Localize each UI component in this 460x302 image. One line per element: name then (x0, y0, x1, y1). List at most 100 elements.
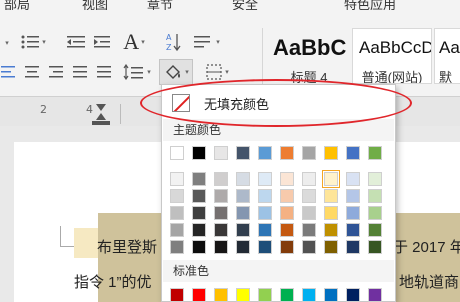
theme-color-swatch[interactable] (192, 146, 206, 160)
theme-shade-swatch[interactable] (324, 189, 338, 203)
theme-color-swatch[interactable] (368, 146, 382, 160)
doc-text-line1-left[interactable]: 布里登斯 (97, 236, 157, 257)
theme-color-swatch[interactable] (346, 146, 360, 160)
theme-shade-swatch[interactable] (192, 206, 206, 220)
caret-icon[interactable]: ▾ (0, 33, 12, 53)
theme-shade-swatch[interactable] (346, 189, 360, 203)
menu-item-layout[interactable]: 部局 (4, 0, 30, 10)
theme-shade-swatch[interactable] (192, 189, 206, 203)
theme-shade-swatch[interactable] (322, 170, 340, 188)
theme-shade-swatch[interactable] (236, 172, 250, 186)
theme-shade-swatch[interactable] (346, 172, 360, 186)
standard-color-swatch[interactable] (346, 288, 360, 302)
theme-shade-swatch[interactable] (280, 223, 294, 237)
theme-shade-swatch[interactable] (214, 189, 228, 203)
theme-shade-swatch[interactable] (236, 223, 250, 237)
first-line-indent-marker[interactable] (96, 104, 106, 111)
sort-button[interactable]: A Z (162, 30, 184, 54)
theme-shade-swatch[interactable] (302, 172, 316, 186)
theme-shade-swatch[interactable] (368, 240, 382, 254)
style-default[interactable]: AaB 默 (434, 28, 460, 84)
bullet-list-button[interactable]: ▾ (18, 32, 48, 52)
left-indent-marker[interactable] (92, 121, 110, 125)
theme-shade-swatch[interactable] (192, 223, 206, 237)
standard-color-swatch[interactable] (280, 288, 294, 302)
theme-shade-swatch[interactable] (258, 240, 272, 254)
borders-button[interactable]: ▾ (200, 62, 234, 82)
doc-text-line2-left[interactable]: 指令 1”的优 (74, 271, 152, 292)
theme-shade-swatch[interactable] (170, 206, 184, 220)
hanging-indent-marker[interactable] (96, 113, 106, 120)
theme-shade-swatch[interactable] (258, 206, 272, 220)
menu-item-view[interactable]: 视图 (82, 0, 108, 10)
theme-shade-swatch[interactable] (346, 206, 360, 220)
theme-shade-swatch[interactable] (324, 206, 338, 220)
theme-color-swatch[interactable] (302, 146, 316, 160)
theme-shade-swatch[interactable] (368, 206, 382, 220)
menu-item-security[interactable]: 安全 (232, 0, 258, 10)
theme-shade-swatch[interactable] (236, 240, 250, 254)
style-heading4[interactable]: AaBbC 标题 4 (268, 28, 350, 84)
align-right-button[interactable] (46, 62, 66, 82)
theme-color-swatch[interactable] (280, 146, 294, 160)
align-center-button[interactable] (22, 62, 42, 82)
standard-color-swatch[interactable] (368, 288, 382, 302)
theme-shade-swatch[interactable] (170, 223, 184, 237)
theme-shade-swatch[interactable] (302, 189, 316, 203)
theme-shade-swatch[interactable] (346, 240, 360, 254)
theme-shade-swatch[interactable] (258, 189, 272, 203)
theme-shade-swatch[interactable] (368, 189, 382, 203)
theme-shade-swatch[interactable] (280, 189, 294, 203)
theme-shade-swatch[interactable] (258, 172, 272, 186)
indent-decrease-button[interactable] (62, 32, 90, 52)
theme-shade-swatch[interactable] (280, 240, 294, 254)
shading-button[interactable]: ▾ (159, 59, 193, 85)
standard-color-swatch[interactable] (324, 288, 338, 302)
theme-shade-swatch[interactable] (324, 240, 338, 254)
theme-shade-swatch[interactable] (214, 172, 228, 186)
theme-shade-swatch[interactable] (302, 223, 316, 237)
menu-item-features[interactable]: 特色应用 (344, 0, 396, 10)
theme-shade-swatch[interactable] (368, 172, 382, 186)
standard-color-swatch[interactable] (192, 288, 206, 302)
theme-shade-swatch[interactable] (280, 206, 294, 220)
theme-shade-swatch[interactable] (368, 223, 382, 237)
paragraph-mark-button[interactable]: ▾ (190, 32, 222, 52)
theme-shade-swatch[interactable] (170, 172, 184, 186)
theme-shade-swatch[interactable] (236, 189, 250, 203)
theme-shade-swatch[interactable] (346, 223, 360, 237)
justify-button[interactable] (70, 62, 90, 82)
theme-shade-swatch[interactable] (236, 206, 250, 220)
theme-color-swatch[interactable] (324, 146, 338, 160)
doc-text-line1-right[interactable]: 于 2017 年 (393, 236, 460, 257)
indent-increase-button[interactable] (90, 32, 114, 52)
theme-shade-swatch[interactable] (258, 223, 272, 237)
theme-shade-swatch[interactable] (324, 223, 338, 237)
theme-shade-swatch[interactable] (192, 172, 206, 186)
theme-shade-swatch[interactable] (170, 189, 184, 203)
doc-text-line2-right[interactable]: 地轨道商 (399, 271, 459, 292)
menu-item-section[interactable]: 章节 (147, 0, 173, 10)
theme-shade-swatch[interactable] (302, 240, 316, 254)
standard-color-swatch[interactable] (214, 288, 228, 302)
theme-color-swatch[interactable] (258, 146, 272, 160)
distribute-button[interactable] (94, 62, 114, 82)
theme-shade-swatch[interactable] (170, 240, 184, 254)
theme-shade-swatch[interactable] (214, 240, 228, 254)
standard-color-swatch[interactable] (170, 288, 184, 302)
theme-shade-swatch[interactable] (280, 172, 294, 186)
theme-shade-swatch[interactable] (214, 206, 228, 220)
line-spacing-button[interactable]: ▾ (120, 62, 154, 82)
align-left-button[interactable] (0, 62, 18, 82)
style-normal-web[interactable]: AaBbCcDd 普通(网站) (352, 28, 432, 84)
theme-color-swatch[interactable] (170, 146, 184, 160)
theme-shade-swatch[interactable] (302, 206, 316, 220)
theme-shade-swatch[interactable] (214, 223, 228, 237)
theme-shade-swatch[interactable] (192, 240, 206, 254)
standard-color-swatch[interactable] (258, 288, 272, 302)
standard-color-swatch[interactable] (302, 288, 316, 302)
text-effects-button[interactable]: A ▾ (118, 29, 150, 54)
theme-color-swatch[interactable] (214, 146, 228, 160)
standard-color-swatch[interactable] (236, 288, 250, 302)
theme-color-swatch[interactable] (236, 146, 250, 160)
